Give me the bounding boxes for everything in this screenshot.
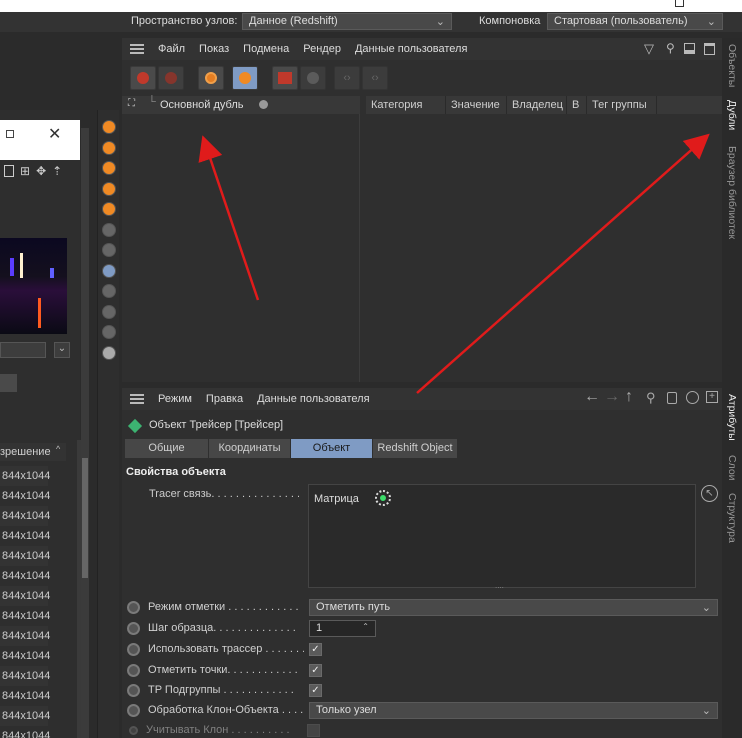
arrow-to-main-take xyxy=(198,135,260,301)
annotation-arrows xyxy=(198,133,710,394)
arrow-to-takes-tab xyxy=(416,133,710,394)
